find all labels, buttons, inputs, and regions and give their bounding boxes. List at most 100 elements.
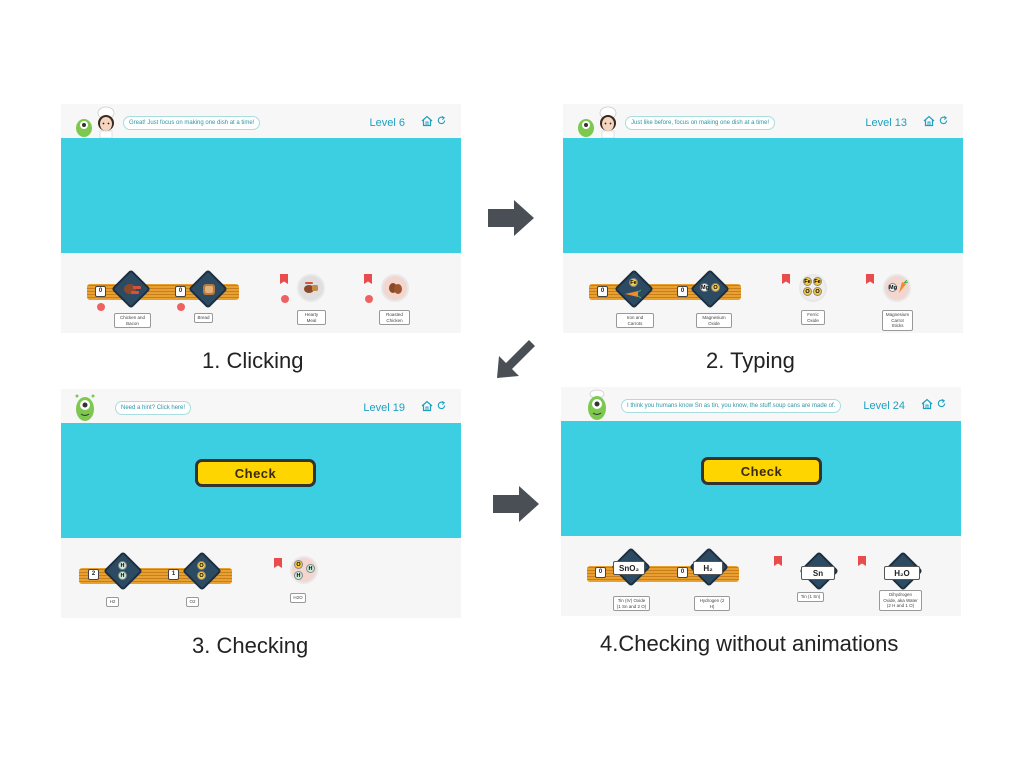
hydrogen-atom: H xyxy=(118,561,127,570)
top-bar: Need a hint? Click here! Level 19 xyxy=(61,389,461,423)
bookmark-icon xyxy=(858,556,866,566)
iron-atom: Fe xyxy=(813,277,822,286)
oxygen-atom: O xyxy=(803,287,812,296)
reload-icon[interactable] xyxy=(436,400,447,411)
right-arrow-icon xyxy=(488,200,534,236)
chef-message[interactable]: I think you humans know Sn as tin, you k… xyxy=(621,399,842,413)
formula-card: H₂ xyxy=(693,561,723,575)
order-label: H2 xyxy=(106,597,119,607)
panel-checking-no-animations: I think you humans know Sn as tin, you k… xyxy=(561,387,961,616)
chef-and-monster-icon xyxy=(578,106,617,138)
order-slot[interactable] xyxy=(690,269,730,309)
order-count: 0 xyxy=(677,286,688,297)
bookmark-icon xyxy=(782,274,790,284)
home-icon[interactable] xyxy=(421,115,433,127)
order-count: 1 xyxy=(168,569,179,580)
home-icon[interactable] xyxy=(421,400,433,412)
order-label: Hydrogen (2 H) xyxy=(694,596,730,611)
chef-message[interactable]: Just like before, focus on making one di… xyxy=(625,116,776,130)
monster-icon xyxy=(75,394,95,421)
monster-chef-icon xyxy=(588,389,606,420)
order-count: 2 xyxy=(88,569,99,580)
hydrogen-atom: H xyxy=(118,571,127,580)
iron-atom: Fe xyxy=(629,278,638,287)
reload-icon[interactable] xyxy=(936,398,947,409)
bookmark-icon xyxy=(866,274,874,284)
reload-icon[interactable] xyxy=(436,115,447,126)
top-bar: Great! Just focus on making one dish at … xyxy=(61,104,461,138)
order-label: Bread xyxy=(194,313,213,323)
hint-message[interactable]: Need a hint? Click here! xyxy=(115,401,192,415)
home-icon[interactable] xyxy=(923,115,935,127)
formula-card: SnO₂ xyxy=(613,561,645,575)
dish-label: Ferric Oxide xyxy=(801,310,825,325)
home-icon[interactable] xyxy=(921,398,933,410)
oxygen-atom: O xyxy=(197,571,206,580)
chef-and-monster-icon xyxy=(76,106,115,138)
chef-message[interactable]: Great! Just focus on making one dish at … xyxy=(123,116,261,130)
formula-card: H₂O xyxy=(884,566,920,580)
level-indicator: Level 6 xyxy=(369,117,405,129)
dish-label: Dihydrogen Oxide, aka Water (2 H and 1 O… xyxy=(879,590,922,611)
level-indicator: Level 13 xyxy=(865,117,907,129)
kitchen-area: 0 SnO₂ Tin (IV) Oxide (1 Sn and 2 O) 0 H… xyxy=(561,536,961,616)
dish-label: Tin (1 Sn) xyxy=(797,592,824,602)
caption-clicking: 1. Clicking xyxy=(202,348,304,373)
order-count: 0 xyxy=(595,567,606,578)
order-count: 0 xyxy=(95,286,106,297)
dish-label: Roasted Chicken xyxy=(379,310,410,325)
remove-button[interactable] xyxy=(365,295,373,303)
top-bar: Just like before, focus on making one di… xyxy=(563,104,963,138)
formula-card: Sn xyxy=(801,566,835,580)
level-indicator: Level 19 xyxy=(363,402,405,414)
game-stage: Check xyxy=(561,421,961,536)
panel-clicking: Great! Just focus on making one dish at … xyxy=(61,104,461,333)
right-arrow-icon xyxy=(493,486,539,522)
kitchen-area: 0 Fe Iron and Carrots 0 Mg O Magnesium O… xyxy=(563,253,963,333)
chicken-bacon-icon xyxy=(124,284,141,294)
check-button[interactable]: Check xyxy=(195,459,316,487)
oxygen-atom: O xyxy=(197,561,206,570)
order-label: Tin (IV) Oxide (1 Sn and 2 O) xyxy=(613,596,650,611)
check-button[interactable]: Check xyxy=(701,457,822,485)
dish-label: Magnesium Carrot Sticks xyxy=(882,310,913,331)
top-bar: I think you humans know Sn as tin, you k… xyxy=(561,387,961,421)
hearty-meal-icon xyxy=(304,282,318,293)
roasted-chicken-icon xyxy=(389,283,402,294)
order-count: 0 xyxy=(597,286,608,297)
order-count: 0 xyxy=(677,567,688,578)
game-stage xyxy=(563,138,963,253)
bread-icon xyxy=(203,284,215,295)
magnesium-atom: Mg xyxy=(888,283,897,292)
order-label: O2 xyxy=(186,597,199,607)
level-indicator: Level 24 xyxy=(863,400,905,412)
magnesium-atom: Mg xyxy=(700,283,709,292)
order-label: Iron and Carrots xyxy=(616,313,654,328)
order-count: 0 xyxy=(175,286,186,297)
remove-button[interactable] xyxy=(97,303,105,311)
iron-atom: Fe xyxy=(803,277,812,286)
carrot-icon xyxy=(625,289,642,299)
order-label: Chicken and Bacon xyxy=(114,313,151,328)
reload-icon[interactable] xyxy=(938,115,949,126)
kitchen-area: 2 H H H2 1 O O O2 O H H H2O xyxy=(61,538,461,618)
bookmark-icon xyxy=(364,274,372,284)
dish-label: H2O xyxy=(290,593,306,603)
kitchen-area: 0 Chicken and Bacon 0 Bread Hearty Meal xyxy=(61,253,461,333)
bookmark-icon xyxy=(274,558,282,568)
bookmark-icon xyxy=(280,274,288,284)
bookmark-icon xyxy=(774,556,782,566)
remove-button[interactable] xyxy=(177,303,185,311)
panel-typing: Just like before, focus on making one di… xyxy=(563,104,963,333)
panel-checking: Need a hint? Click here! Level 19 Check … xyxy=(61,389,461,618)
caption-typing: 2. Typing xyxy=(706,348,795,373)
hydrogen-atom: H xyxy=(306,564,315,573)
oxygen-atom: O xyxy=(294,560,303,569)
remove-button[interactable] xyxy=(281,295,289,303)
down-left-arrow-icon xyxy=(497,340,535,378)
oxygen-atom: O xyxy=(711,283,720,292)
game-stage: Check xyxy=(61,423,461,538)
caption-checking-no-animations: 4.Checking without animations xyxy=(600,631,899,656)
caption-checking: 3. Checking xyxy=(192,633,309,658)
order-label: Magnesium Oxide xyxy=(696,313,732,328)
